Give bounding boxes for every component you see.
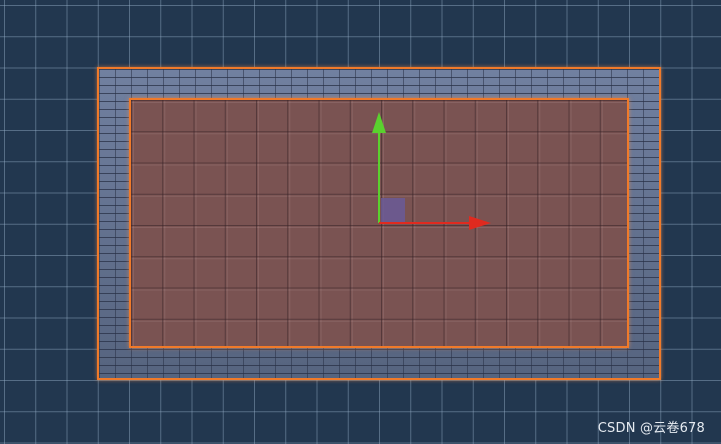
csdn-watermark: CSDN @云卷678 bbox=[597, 421, 705, 436]
xy-plane-handle[interactable] bbox=[381, 198, 405, 222]
scene-view-grid[interactable]: CSDN @云卷678 bbox=[0, 0, 721, 444]
